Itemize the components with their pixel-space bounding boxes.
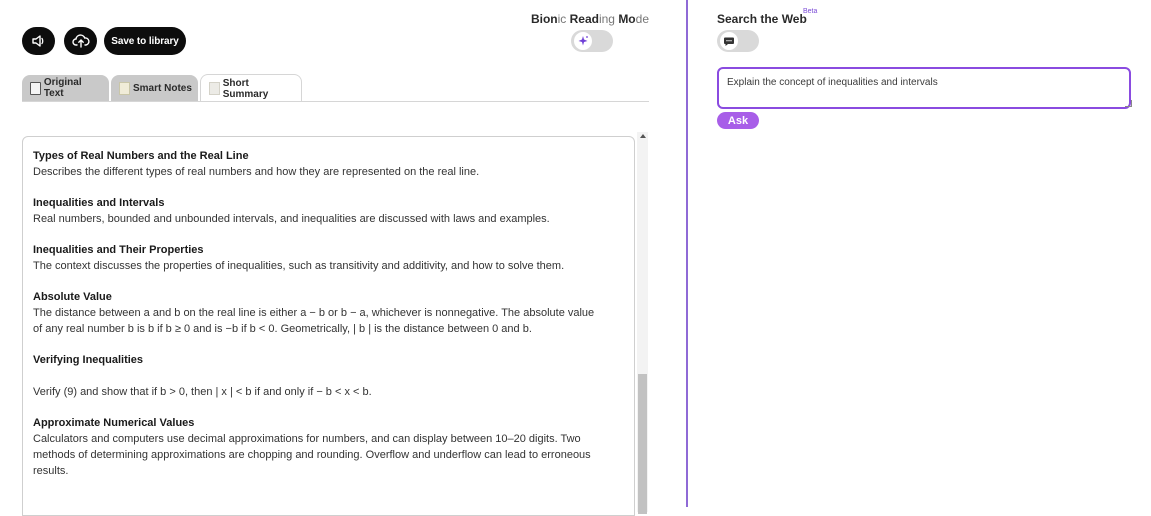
reader-panel: Save to library Bionic Reading Mode Orig… [0,0,686,516]
speaker-icon [31,35,43,47]
section-body: The distance between a and b on the real… [33,307,595,335]
sparkle-icon [578,36,588,46]
summary-section: Types of Real Numbers and the Real Line … [33,148,624,180]
note-icon [119,81,130,95]
summary-section: Approximate Numerical Values Calculators… [33,415,624,479]
summary-scrollbar[interactable] [637,132,648,514]
summary-section: Inequalities and Intervals Real numbers,… [33,195,624,227]
summary-section: Verifying Inequalities Verify (9) and sh… [33,352,624,400]
speaker-button[interactable] [22,27,55,55]
toggle-knob [574,32,592,50]
question-input[interactable]: Explain the concept of inequalities and … [717,67,1131,109]
section-title: Verifying Inequalities [33,354,144,366]
bionic-reading-toggle[interactable] [571,30,613,52]
tabs-divider [22,101,649,102]
search-the-web-label: Search the Web [717,12,807,26]
section-title: Types of Real Numbers and the Real Line [33,150,249,162]
tab-short-summary[interactable]: Short Summary [200,74,302,102]
section-body: Verify (9) and show that if b > 0, then … [33,386,372,398]
scroll-thumb[interactable] [638,374,647,514]
summary-content: Types of Real Numbers and the Real Line … [22,136,635,516]
section-title: Inequalities and Their Properties [33,244,204,256]
search-web-toggle[interactable] [717,30,759,52]
section-title: Absolute Value [33,291,112,303]
chat-bubble-icon [724,37,734,46]
section-title: Inequalities and Intervals [33,197,165,209]
note-icon [209,82,220,95]
scroll-up-icon[interactable] [640,134,646,138]
search-panel: Search the Web Beta Explain the concept … [688,0,1151,507]
cloud-upload-icon [71,34,90,48]
tab-smart-notes[interactable]: Smart Notes [111,75,198,101]
bionic-reading-label: Bionic Reading Mode [530,12,649,26]
ask-button[interactable]: Ask [717,112,759,129]
summary-section: Inequalities and Their Properties The co… [33,242,624,274]
toggle-knob [720,32,738,50]
section-body: Real numbers, bounded and unbounded inte… [33,213,550,225]
beta-badge: Beta [803,8,818,15]
summary-section: Absolute Value The distance between a an… [33,289,624,337]
document-icon [30,81,41,95]
section-title: Approximate Numerical Values [33,417,195,429]
section-body: The context discusses the properties of … [33,260,565,272]
tab-original-text[interactable]: Original Text [22,75,109,101]
section-body: Calculators and computers use decimal ap… [33,433,591,477]
cloud-upload-button[interactable] [64,27,97,55]
section-body: Describes the different types of real nu… [33,166,480,178]
resize-handle-icon[interactable] [1125,100,1132,107]
save-to-library-button[interactable]: Save to library [104,27,186,55]
